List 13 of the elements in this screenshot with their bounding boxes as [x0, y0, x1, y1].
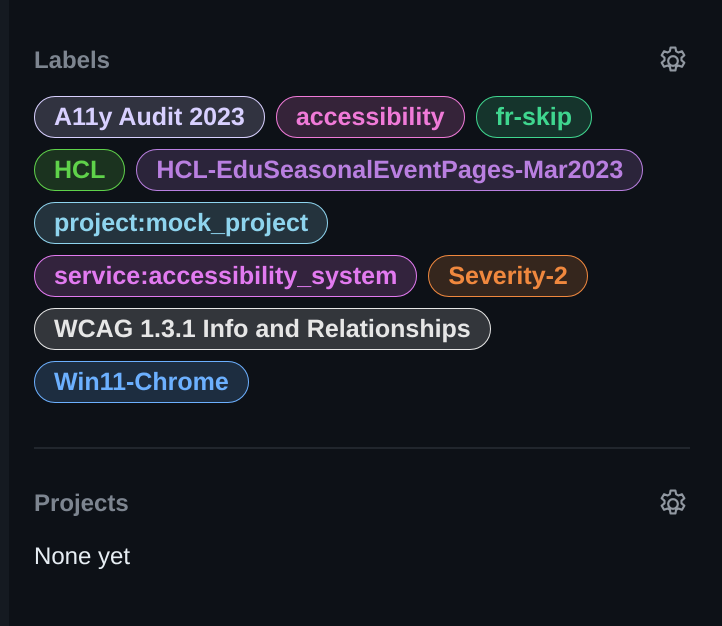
label-tag[interactable]: project:mock_project — [34, 202, 328, 244]
label-tag[interactable]: HCL — [34, 149, 126, 191]
section-heading: Labels — [34, 47, 110, 75]
label-tag[interactable]: HCL-EduSeasonalEventPages-Mar2023 — [136, 149, 644, 191]
section-heading: Projects — [34, 490, 129, 518]
label-tag[interactable]: accessibility — [276, 96, 465, 138]
empty-text: None yet — [34, 543, 132, 571]
label-tag[interactable]: service:accessibility_system — [34, 255, 418, 297]
label-tag[interactable]: A11y Audit 2023 — [34, 96, 265, 138]
label-tag[interactable]: Severity-2 — [428, 255, 588, 297]
label-tag[interactable]: fr-skip — [476, 96, 592, 138]
label-tag[interactable]: WCAG 1.3.1 Info and Relationships — [34, 308, 491, 350]
label-tag[interactable]: Win11-Chrome — [34, 361, 249, 403]
